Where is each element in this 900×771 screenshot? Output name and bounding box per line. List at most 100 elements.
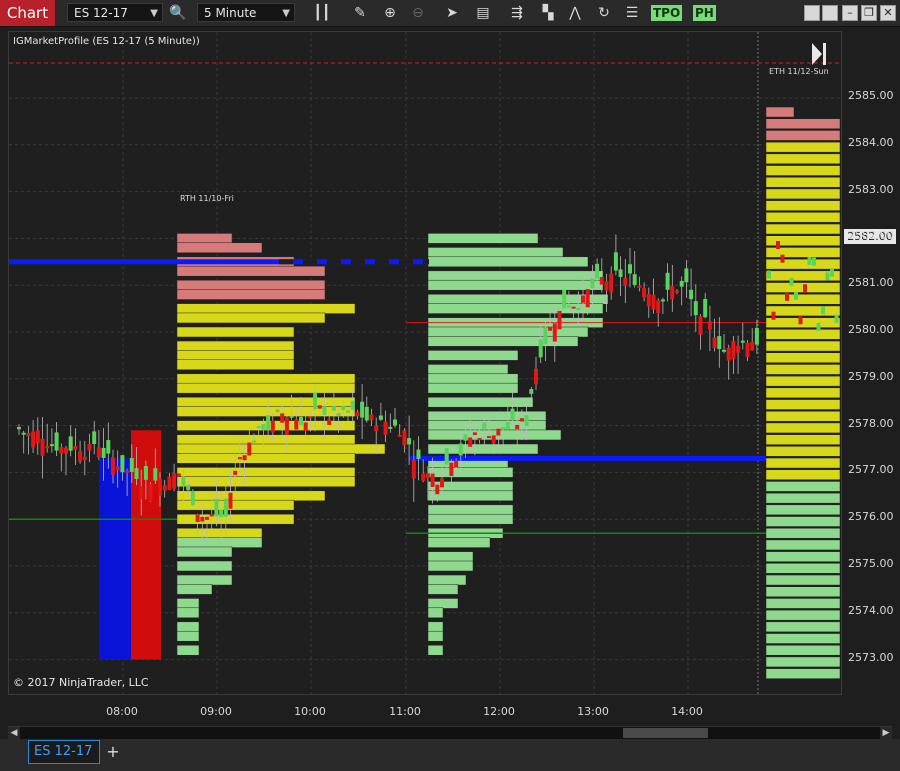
candle-body <box>120 455 125 473</box>
profile-row <box>176 453 356 464</box>
candle-body <box>73 446 78 450</box>
horizontal-scrollbar[interactable]: ◀ ▶ <box>8 726 892 739</box>
scroll-left-icon[interactable]: ◀ <box>8 727 20 739</box>
pencil-icon[interactable]: ✎ <box>350 3 370 23</box>
chart-plot-area[interactable]: IGMarketProfile (ES 12-17 (5 Minute)) RT… <box>8 31 842 695</box>
ph-button[interactable]: PH <box>693 5 716 21</box>
candle-body <box>40 438 45 456</box>
tpo-button[interactable]: TPO <box>651 5 683 21</box>
time-axis[interactable]: 08:00 09:00 10:00 11:00 12:00 13:00 14:00 <box>8 695 842 725</box>
candle-body <box>341 405 346 410</box>
profile-row <box>176 443 386 455</box>
properties-icon[interactable]: ☰ <box>622 3 642 23</box>
data-box-icon[interactable]: ▤ <box>473 3 493 23</box>
profile-row <box>176 289 326 300</box>
profile-row <box>176 490 326 502</box>
profile-row <box>176 233 233 244</box>
zoom-out-icon[interactable]: ⊖ <box>408 3 428 23</box>
play-forward-icon[interactable] <box>812 43 826 65</box>
profile-row <box>765 223 841 235</box>
candle-body <box>482 422 487 430</box>
profile-row <box>176 279 326 291</box>
drawing-tools-icon[interactable]: ⋀ <box>565 3 585 23</box>
profile-row <box>427 513 514 525</box>
candle-body <box>618 269 623 278</box>
profile-row <box>176 584 213 595</box>
restore-window-icon[interactable]: ❐ <box>861 5 877 21</box>
profile-row <box>765 410 841 422</box>
restore-icon[interactable] <box>822 5 838 21</box>
candle-body <box>101 447 106 458</box>
profile-row <box>427 621 444 633</box>
candle-body <box>167 476 172 491</box>
candle-body <box>294 419 299 430</box>
candle-body <box>106 440 111 454</box>
candle-body <box>722 349 726 352</box>
profile-row <box>765 539 841 551</box>
profile-row <box>176 644 200 656</box>
candle-body <box>665 272 670 290</box>
profile-row <box>176 434 356 445</box>
candle-body <box>252 440 256 443</box>
candle-body <box>698 316 703 335</box>
add-tab-button[interactable]: + <box>104 740 122 764</box>
price-axis[interactable]: 2582.00 2585.00 2584.00 2583.00 2582.00 2581… <box>842 31 900 695</box>
instrument-tab[interactable]: ES 12-17 <box>28 740 100 764</box>
minimize-icon[interactable] <box>804 5 820 21</box>
profile-row <box>176 382 356 394</box>
price-tick-label: 2574.00 <box>848 603 894 617</box>
candle-body <box>82 456 87 461</box>
instrument-tab-bar: ES 12-17 + <box>0 739 900 771</box>
profile-row <box>427 326 589 338</box>
magnify-icon[interactable]: 🔍 <box>168 3 188 23</box>
profile-row <box>427 247 564 258</box>
price-tick-label: 2577.00 <box>848 463 894 477</box>
candle-body <box>54 432 59 451</box>
candle-body <box>689 289 694 300</box>
candle-body <box>830 268 834 277</box>
candle-body <box>557 310 562 330</box>
interval-value: 5 Minute <box>204 6 257 20</box>
chart-title-tab[interactable]: Chart <box>0 0 55 26</box>
candle-body <box>487 436 491 439</box>
candle-body <box>21 432 26 435</box>
zoom-in-icon[interactable]: ⊕ <box>380 3 400 23</box>
candle-body <box>143 465 148 480</box>
bar-type-icon[interactable]: ┃┃ <box>312 3 332 23</box>
candle-body <box>303 422 308 431</box>
candle-body <box>548 326 553 331</box>
candle-body <box>416 449 421 459</box>
candle-body <box>26 432 31 437</box>
scrollbar-thumb[interactable] <box>623 728 708 738</box>
instrument-selector[interactable]: ES 12-17 ▼ <box>67 3 163 22</box>
candle-body <box>771 311 776 320</box>
maximize-icon[interactable]: – <box>842 5 858 21</box>
indicators-icon[interactable]: ▚ <box>538 3 558 23</box>
candle-body <box>134 468 139 480</box>
candle-body <box>256 426 261 429</box>
profile-row <box>765 141 841 153</box>
profile-row <box>765 317 841 328</box>
candle-body <box>472 432 477 435</box>
profile-row <box>765 527 841 539</box>
candle-body <box>280 413 285 423</box>
candle-body <box>407 438 412 445</box>
candle-body <box>595 263 600 279</box>
profile-row <box>176 359 295 371</box>
candle-body <box>111 457 115 476</box>
candle-body <box>628 264 632 274</box>
close-icon[interactable]: ✕ <box>880 5 896 21</box>
profile-row <box>427 584 459 595</box>
candle-body <box>327 419 332 425</box>
pointer-icon[interactable]: ➤ <box>442 3 462 23</box>
refresh-icon[interactable]: ↻ <box>594 3 614 23</box>
profile-row <box>765 644 841 656</box>
scroll-right-icon[interactable]: ▶ <box>880 727 892 739</box>
interval-selector[interactable]: 5 Minute ▼ <box>197 3 295 22</box>
strategies-icon[interactable]: ⇶ <box>507 3 527 23</box>
profile-row <box>176 621 200 633</box>
candle-body <box>360 401 365 418</box>
price-tick-label: 2580.00 <box>848 323 894 336</box>
price-tick-label: 2575.00 <box>848 557 894 570</box>
candle-body <box>679 280 684 287</box>
